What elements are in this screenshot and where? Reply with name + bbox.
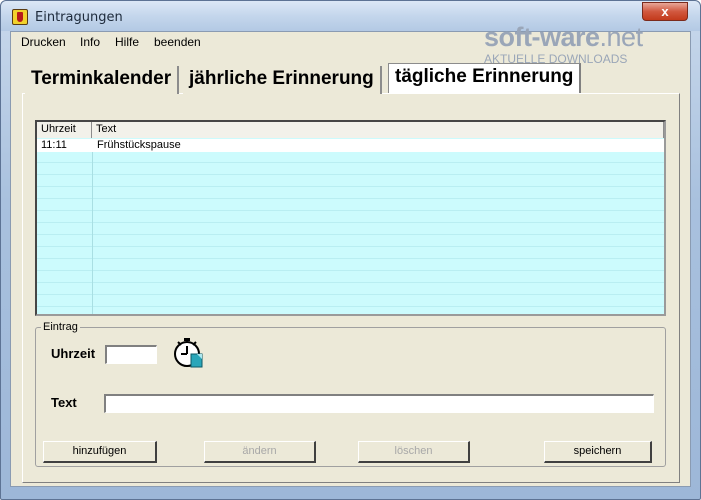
column-divider — [92, 139, 93, 314]
application-window: Eintragungen x Drucken Info Hilfe beende… — [0, 0, 701, 500]
column-header-uhrzeit[interactable]: Uhrzeit — [37, 122, 92, 138]
delete-button[interactable]: löschen — [358, 441, 470, 463]
app-icon[interactable] — [12, 9, 28, 25]
time-input[interactable] — [105, 345, 157, 364]
edit-button[interactable]: ändern — [204, 441, 316, 463]
column-header-text[interactable]: Text — [92, 122, 664, 138]
add-button[interactable]: hinzufügen — [43, 441, 157, 463]
menu-beenden[interactable]: beenden — [154, 35, 201, 49]
tab-taegliche-erinnerung[interactable]: tägliche Erinnerung — [388, 63, 582, 93]
list-row[interactable]: 11:11 Frühstückspause — [37, 139, 664, 152]
tab-jaehrliche-erinnerung[interactable]: jährliche Erinnerung — [183, 66, 382, 94]
watermark-tagline: AKTUELLE DOWNLOADS — [484, 52, 628, 66]
watermark-brand-name: soft-ware — [484, 22, 600, 52]
tab-terminkalender[interactable]: Terminkalender — [25, 66, 180, 94]
watermark-tld: .net — [599, 22, 644, 52]
watermark-brand: soft-ware.net — [484, 22, 643, 53]
text-input[interactable] — [104, 394, 654, 413]
save-button[interactable]: speichern — [544, 441, 652, 463]
time-label: Uhrzeit — [51, 346, 96, 361]
text-label: Text — [51, 395, 77, 410]
menu-info[interactable]: Info — [80, 35, 100, 49]
entry-group-label: Eintrag — [41, 321, 80, 333]
menu-drucken[interactable]: Drucken — [21, 35, 66, 49]
list-header: Uhrzeit Text — [37, 122, 664, 138]
close-button[interactable]: x — [642, 2, 688, 21]
stopwatch-icon[interactable] — [171, 334, 207, 370]
entries-list[interactable]: Uhrzeit Text 11:11 Frühstückspause — [35, 120, 666, 316]
cell-text: Frühstückspause — [97, 139, 181, 151]
client-area: Drucken Info Hilfe beenden Terminkalende… — [10, 31, 691, 487]
window-title: Eintragungen — [35, 10, 123, 25]
menu-hilfe[interactable]: Hilfe — [115, 35, 139, 49]
cell-time: 11:11 — [41, 139, 67, 151]
list-body — [37, 139, 664, 314]
